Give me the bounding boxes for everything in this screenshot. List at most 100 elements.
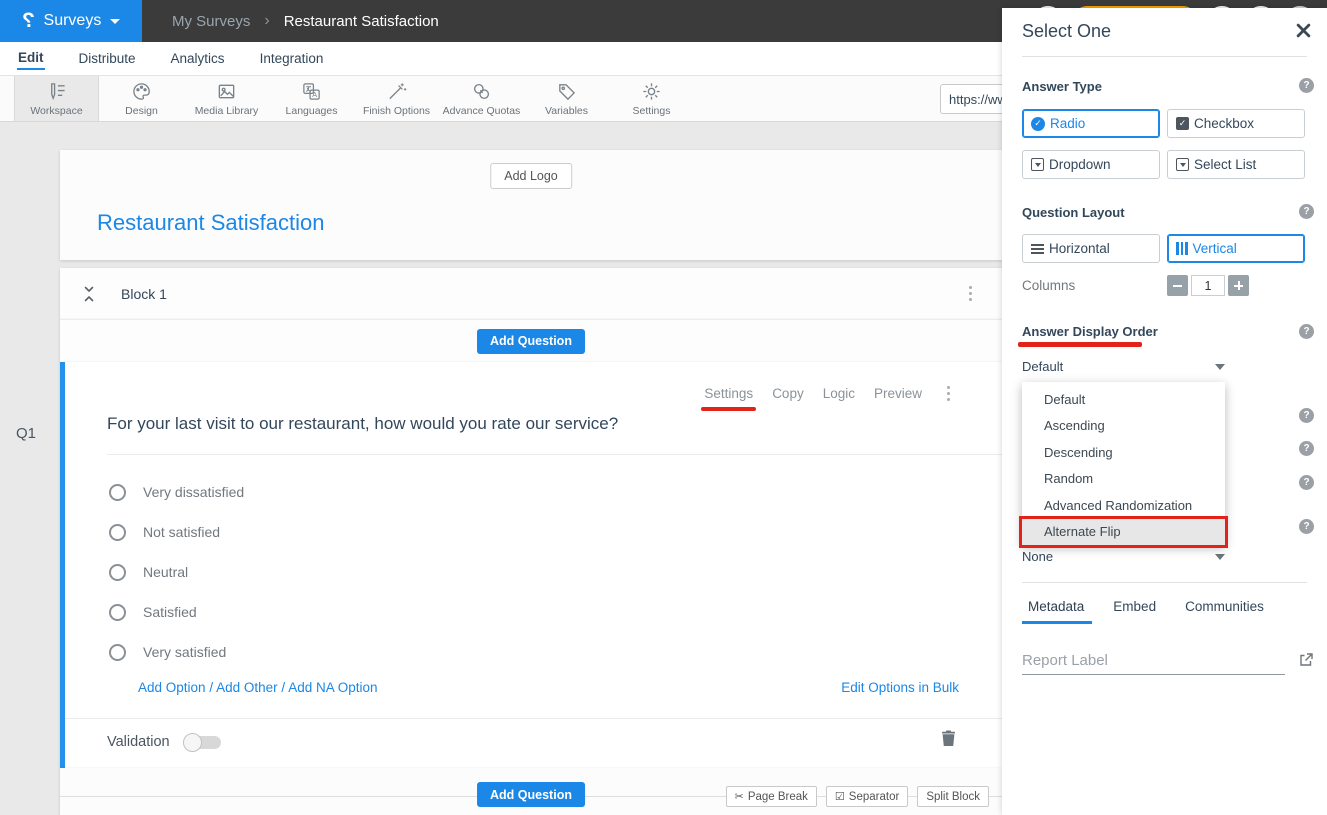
option-label[interactable]: Very satisfied — [143, 644, 226, 660]
help-icon[interactable]: ? — [1299, 324, 1314, 339]
layout-vertical[interactable]: Vertical — [1167, 234, 1305, 263]
toolbar-item-settings[interactable]: Settings — [609, 76, 694, 121]
decrement-button[interactable] — [1167, 275, 1188, 296]
add-question-button-bottom[interactable]: Add Question — [477, 782, 585, 807]
answer-type-dropdown[interactable]: Dropdown — [1022, 150, 1160, 179]
delete-question-button[interactable] — [941, 729, 956, 752]
option-label[interactable]: Satisfied — [143, 604, 197, 620]
add-option-link[interactable]: Add Option — [138, 680, 206, 695]
question-tab-copy[interactable]: Copy — [772, 386, 804, 401]
answer-display-order-select[interactable]: Default — [1022, 359, 1225, 374]
page-break-button[interactable]: ✂ Page Break — [726, 786, 817, 807]
menu-item-random[interactable]: Random — [1022, 466, 1225, 493]
panel-tabs: Metadata Embed Communities — [1028, 599, 1264, 614]
help-icon[interactable]: ? — [1299, 441, 1314, 456]
add-question-button[interactable]: Add Question — [477, 329, 585, 354]
panel-tab-metadata[interactable]: Metadata — [1028, 599, 1084, 614]
toolbar-item-media-library[interactable]: Media Library — [184, 76, 269, 121]
report-label-input[interactable]: Report Label — [1022, 652, 1108, 669]
radio-selected-icon: ✓ — [1031, 117, 1045, 131]
columns-stepper: 1 — [1167, 275, 1249, 296]
layout-horizontal[interactable]: Horizontal — [1022, 234, 1160, 263]
answer-option-row: Neutral — [109, 552, 244, 592]
tab-integration[interactable]: Integration — [259, 48, 325, 69]
help-icon[interactable]: ? — [1299, 204, 1314, 219]
menu-item-alternate-flip[interactable]: Alternate Flip — [1022, 519, 1225, 546]
help-icon[interactable]: ? — [1299, 408, 1314, 423]
toolbar-item-variables[interactable]: Variables — [524, 76, 609, 121]
question-tab-settings[interactable]: Settings — [704, 386, 753, 401]
option-label[interactable]: Very dissatisfied — [143, 484, 244, 500]
answer-display-order-label: Answer Display Order — [1022, 324, 1158, 339]
scissors-icon: ✂ — [735, 790, 744, 803]
edit-options-in-bulk-link[interactable]: Edit Options in Bulk — [841, 680, 959, 695]
product-switcher[interactable]: ? Surveys — [0, 0, 142, 42]
menu-item-default[interactable]: Default — [1022, 386, 1225, 413]
annotation-underline — [1018, 342, 1142, 347]
add-na-option-link[interactable]: Add NA Option — [288, 680, 377, 695]
toolbar-item-advance-quotas[interactable]: Advance Quotas — [439, 76, 524, 121]
option-label[interactable]: Neutral — [143, 564, 188, 580]
radio-button-icon[interactable] — [109, 564, 126, 581]
close-panel-button[interactable] — [1296, 23, 1311, 43]
columns-value[interactable]: 1 — [1191, 275, 1225, 296]
question-menu-button[interactable] — [943, 382, 954, 405]
radio-button-icon[interactable] — [109, 644, 126, 661]
input-underline — [1022, 674, 1285, 675]
horizontal-layout-icon — [1031, 244, 1044, 254]
divider — [1022, 582, 1307, 583]
block-header: Block 1 — [60, 268, 1002, 319]
collapse-block-button[interactable] — [82, 285, 96, 303]
close-icon — [1296, 23, 1311, 38]
answer-type-checkbox[interactable]: ✓ Checkbox — [1167, 109, 1305, 138]
questionpro-logo-icon: ? — [22, 9, 35, 33]
help-icon[interactable]: ? — [1299, 519, 1314, 534]
option-label[interactable]: Not satisfied — [143, 524, 220, 540]
question-tab-logic[interactable]: Logic — [823, 386, 855, 401]
add-other-link[interactable]: Add Other — [216, 680, 278, 695]
minus-icon — [1173, 285, 1182, 287]
radio-button-icon[interactable] — [109, 484, 126, 501]
tab-analytics[interactable]: Analytics — [170, 48, 226, 69]
media-library-icon — [216, 80, 237, 102]
questionpro-app: ? Surveys My Surveys › Restaurant Satisf… — [0, 0, 1327, 815]
question-tab-preview[interactable]: Preview — [874, 386, 922, 401]
menu-item-descending[interactable]: Descending — [1022, 439, 1225, 466]
answer-display-order-menu: Default Ascending Descending Random Adva… — [1022, 382, 1225, 545]
answer-type-select-list[interactable]: Select List — [1167, 150, 1305, 179]
question-number: Q1 — [16, 425, 36, 442]
help-icon[interactable]: ? — [1299, 78, 1314, 93]
add-logo-button[interactable]: Add Logo — [490, 163, 572, 189]
answer-option-row: Not satisfied — [109, 512, 244, 552]
divider — [107, 454, 1002, 455]
tab-distribute[interactable]: Distribute — [78, 48, 137, 69]
toolbar-item-finish-options[interactable]: Finish Options — [354, 76, 439, 121]
toolbar-item-design[interactable]: Design — [99, 76, 184, 121]
menu-item-advanced-randomization[interactable]: Advanced Randomization — [1022, 492, 1225, 519]
validation-toggle[interactable] — [183, 735, 221, 750]
increment-button[interactable] — [1228, 275, 1249, 296]
secondary-select[interactable]: None — [1022, 549, 1225, 564]
menu-item-ascending[interactable]: Ascending — [1022, 413, 1225, 440]
breadcrumb-my-surveys[interactable]: My Surveys — [172, 13, 250, 30]
question-text[interactable]: For your last visit to our restaurant, h… — [107, 414, 618, 434]
tab-edit[interactable]: Edit — [17, 47, 45, 70]
checkbox-icon: ☑ — [835, 790, 845, 803]
panel-tab-embed[interactable]: Embed — [1113, 599, 1156, 614]
select-list-icon — [1176, 158, 1189, 171]
expand-report-label-button[interactable] — [1298, 652, 1314, 673]
question-tabs: Settings Copy Logic Preview — [704, 382, 954, 405]
radio-button-icon[interactable] — [109, 524, 126, 541]
block-title[interactable]: Block 1 — [121, 286, 167, 302]
separator-button[interactable]: ☑ Separator — [826, 786, 908, 807]
toolbar-item-languages[interactable]: A Languages — [269, 76, 354, 121]
block-menu-button[interactable] — [965, 282, 976, 305]
answer-type-radio[interactable]: ✓ Radio — [1022, 109, 1160, 138]
panel-tab-communities[interactable]: Communities — [1185, 599, 1264, 614]
survey-title[interactable]: Restaurant Satisfaction — [97, 210, 324, 236]
radio-button-icon[interactable] — [109, 604, 126, 621]
help-icon[interactable]: ? — [1299, 475, 1314, 490]
selected-value: Default — [1022, 359, 1063, 374]
toolbar-item-workspace[interactable]: Workspace — [14, 76, 99, 121]
split-block-button[interactable]: Split Block — [917, 786, 989, 807]
